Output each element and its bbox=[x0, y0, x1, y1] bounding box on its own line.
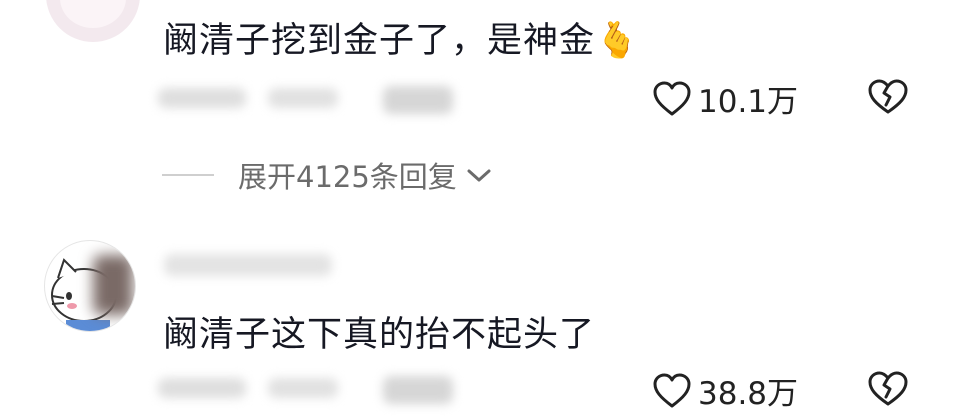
like-button[interactable]: 10.1万 bbox=[652, 76, 798, 121]
divider bbox=[162, 174, 214, 176]
reply-button-blurred[interactable] bbox=[383, 86, 453, 114]
comment-text: 阚清子挖到金子了，是神金🫰 bbox=[163, 21, 640, 61]
broken-heart-icon bbox=[868, 79, 908, 114]
timestamp-blurred bbox=[158, 88, 246, 108]
avatar-face bbox=[60, 0, 126, 28]
broken-heart-icon bbox=[868, 371, 908, 406]
comment-text: 阚清子这下真的抬不起头了 bbox=[163, 315, 596, 355]
finger-heart-emoji-icon: 🫰 bbox=[595, 21, 640, 61]
like-count: 38.8万 bbox=[698, 376, 799, 412]
dislike-button[interactable] bbox=[867, 370, 909, 412]
avatar[interactable] bbox=[46, 0, 140, 42]
avatar-blurred-region bbox=[93, 255, 133, 315]
like-count: 10.1万 bbox=[698, 84, 799, 120]
expand-replies-button[interactable]: 展开4125条回复 bbox=[162, 154, 493, 196]
avatar[interactable] bbox=[44, 240, 136, 332]
chevron-down-icon bbox=[467, 169, 491, 182]
timestamp-blurred bbox=[158, 378, 246, 398]
reply-button-blurred[interactable] bbox=[383, 376, 453, 404]
location-blurred bbox=[268, 88, 338, 108]
username-blurred[interactable] bbox=[164, 254, 332, 276]
dislike-button[interactable] bbox=[867, 78, 909, 120]
expand-replies-label: 展开4125条回复 bbox=[238, 160, 457, 194]
like-button[interactable]: 38.8万 bbox=[652, 368, 798, 413]
heart-outline-icon bbox=[653, 81, 691, 115]
heart-outline-icon bbox=[653, 373, 691, 407]
location-blurred bbox=[268, 378, 338, 398]
